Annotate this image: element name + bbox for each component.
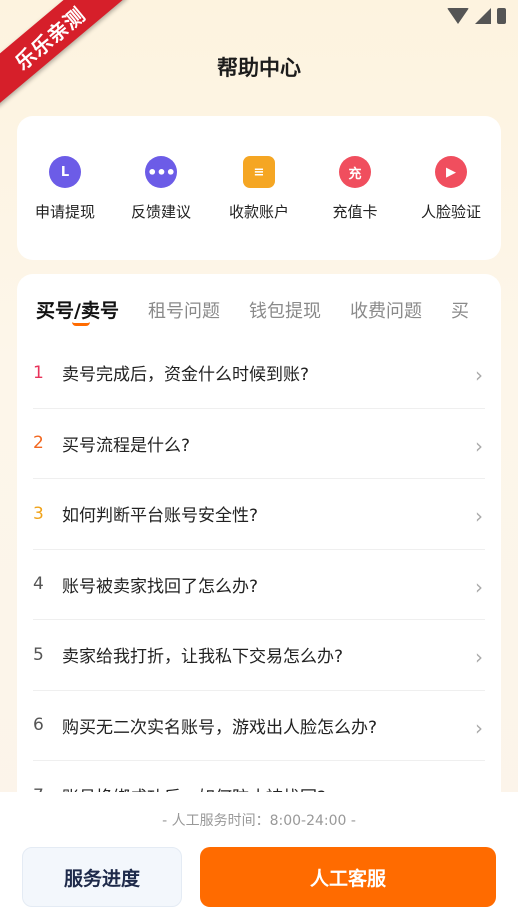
quick-action-withdraw[interactable]: L 申请提现 (17, 156, 113, 222)
faq-card: 买号/卖号 租号问题 钱包提现 收费问题 买 1 卖号完成后，资金什么时候到账? › 2… (17, 274, 501, 814)
chevron-right-icon: › (475, 363, 483, 387)
tab-wallet-withdraw[interactable]: 钱包提现 (249, 297, 321, 323)
faq-question: 买号流程是什么? (62, 435, 191, 456)
face-video-icon: ▶ (435, 156, 467, 188)
faq-number: 5 (33, 644, 44, 665)
quick-action-label: 申请提现 (34, 203, 95, 221)
quick-action-feedback[interactable]: ••• 反馈建议 (113, 156, 209, 222)
tab-rent[interactable]: 租号问题 (148, 297, 220, 323)
faq-list: 1 卖号完成后，资金什么时候到账? › 2 买号流程是什么? › 3 如何判断平… (33, 338, 485, 814)
faq-item[interactable]: 5 卖家给我打折，让我私下交易怎么办? › (33, 620, 485, 691)
faq-item[interactable]: 3 如何判断平台账号安全性? › (33, 479, 485, 550)
faq-item[interactable]: 4 账号被卖家找回了怎么办? › (33, 550, 485, 620)
human-support-button[interactable]: 人工客服 (200, 847, 496, 907)
faq-number: 6 (33, 715, 44, 736)
quick-action-label: 人脸验证 (420, 203, 481, 221)
chat-dots-icon: ••• (145, 156, 177, 188)
chevron-right-icon: › (475, 504, 483, 528)
quick-action-face-verify[interactable]: ▶ 人脸验证 (403, 156, 499, 222)
quick-action-payee-account[interactable]: ≡ 收款账户 (211, 156, 307, 222)
wallet-icon: ≡ (243, 156, 275, 188)
service-progress-button[interactable]: 服务进度 (22, 847, 182, 907)
quick-action-label: 收款账户 (228, 203, 289, 221)
tab-buy-sell[interactable]: 买号/卖号 (36, 296, 119, 323)
quick-actions-card: L 申请提现 ••• 反馈建议 ≡ 收款账户 充 充值卡 ▶ 人脸验证 (17, 116, 501, 260)
faq-question: 购买无二次实名账号，游戏出人脸怎么办? (62, 717, 378, 738)
battery-icon (497, 8, 506, 24)
chevron-right-icon: › (475, 574, 483, 599)
faq-number: 2 (33, 433, 44, 454)
service-time: - 人工服务时间：8:00-24:00 - (162, 813, 356, 829)
signal-icon (475, 8, 491, 24)
faq-question: 如何判断平台账号安全性? (62, 506, 259, 527)
recharge-card-icon: 充 (339, 156, 371, 188)
faq-question: 账号被卖家找回了怎么办? (62, 576, 259, 597)
faq-tabs: 买号/卖号 租号问题 钱包提现 收费问题 买 (36, 296, 498, 326)
wifi-icon (447, 8, 469, 24)
faq-question: 卖家给我打折，让我私下交易怎么办? (62, 647, 344, 668)
faq-item[interactable]: 2 买号流程是什么? › (33, 409, 485, 479)
faq-item[interactable]: 1 卖号完成后，资金什么时候到账? › (33, 338, 485, 409)
tab-more[interactable]: 买 (451, 297, 469, 323)
quick-action-recharge-card[interactable]: 充 充值卡 (307, 156, 403, 222)
tab-fees[interactable]: 收费问题 (350, 297, 422, 323)
faq-number: 3 (33, 503, 44, 524)
clock-icon: L (49, 156, 81, 188)
quick-action-label: 充值卡 (332, 203, 378, 221)
active-tab-indicator (72, 322, 90, 326)
chevron-right-icon: › (475, 645, 483, 669)
page-title: 帮助中心 (217, 56, 301, 80)
faq-number: 1 (33, 362, 44, 383)
chevron-right-icon: › (475, 715, 483, 740)
quick-action-label: 反馈建议 (130, 203, 191, 221)
faq-item[interactable]: 6 购买无二次实名账号，游戏出人脸怎么办? › (33, 691, 485, 761)
faq-question: 卖号完成后，资金什么时候到账? (62, 365, 310, 386)
bottom-panel: - 人工服务时间：8:00-24:00 - 服务进度 人工客服 (0, 792, 518, 922)
chevron-right-icon: › (475, 433, 483, 458)
faq-number: 4 (33, 574, 44, 595)
